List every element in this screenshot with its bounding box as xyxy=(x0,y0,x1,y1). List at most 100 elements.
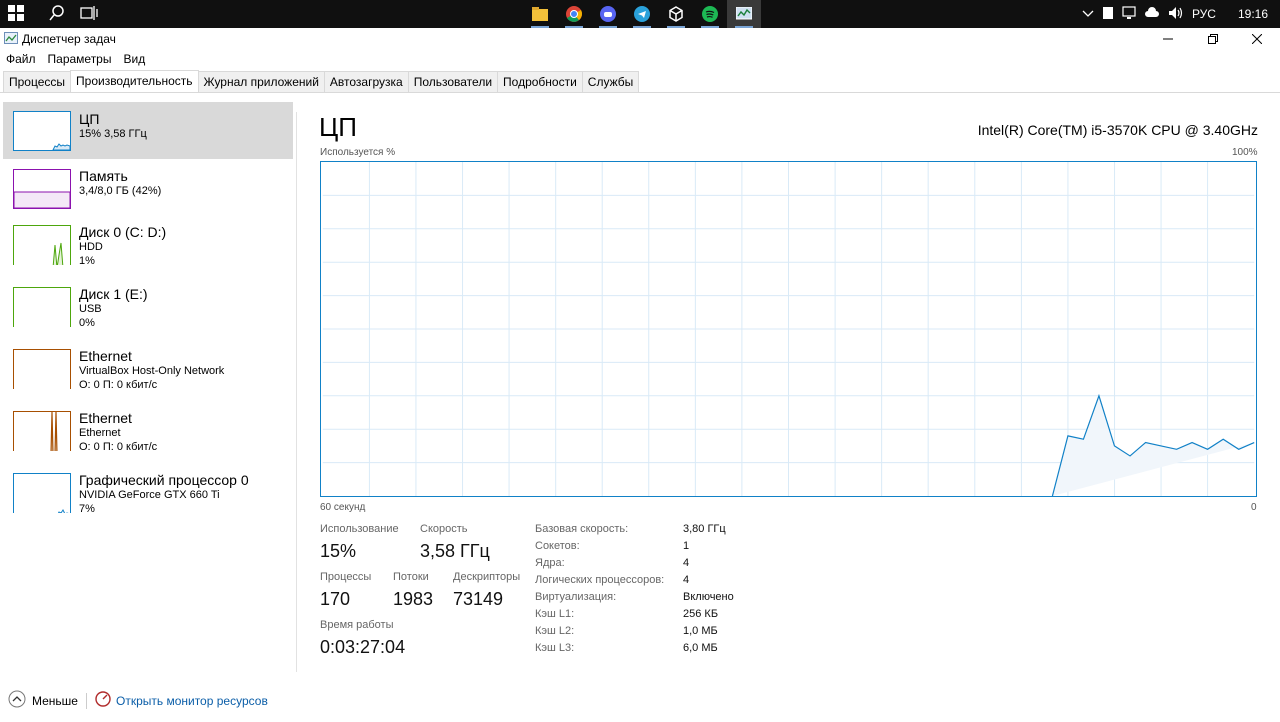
sidebar-item-value: О: 0 П: 0 кбит/с xyxy=(79,441,158,453)
spec-value: 4 xyxy=(683,574,690,586)
notepad-tray-icon[interactable] xyxy=(1102,6,1114,23)
spec-value: 1,0 МБ xyxy=(683,625,718,637)
sidebar-item-cpu[interactable]: ЦП 15% 3,58 ГГц xyxy=(3,102,293,159)
sidebar-item-disk-0[interactable]: Диск 0 (C: D:) HDD 1% xyxy=(3,220,293,282)
sidebar-divider xyxy=(296,112,297,672)
sidebar-item-subtitle: 3,4/8,0 ГБ (42%) xyxy=(79,185,162,197)
graph-xmin-label: 0 xyxy=(1251,502,1257,513)
resource-monitor-icon xyxy=(95,691,111,710)
menu-view[interactable]: Вид xyxy=(117,50,151,68)
clock[interactable]: 19:16 xyxy=(1238,7,1268,21)
chrome-icon[interactable] xyxy=(557,0,591,28)
spec-label: Базовая скорость: xyxy=(535,523,629,535)
spec-value: 3,80 ГГц xyxy=(683,523,726,535)
spec-label: Кэш L1: xyxy=(535,608,575,620)
sidebar-item-subtitle: VirtualBox Host-Only Network xyxy=(79,365,225,377)
graph-ylabel: Используется % xyxy=(320,147,396,158)
discord-icon[interactable] xyxy=(591,0,625,28)
usage-value: 15% xyxy=(320,541,357,561)
graph-xlabel: 60 секунд xyxy=(320,502,366,513)
tab-users[interactable]: Пользователи xyxy=(407,71,499,92)
tab-app-history[interactable]: Журнал приложений xyxy=(197,71,325,92)
spec-label: Виртуализация: xyxy=(535,591,617,603)
uptime-label: Время работы xyxy=(320,619,394,631)
task-manager-icon xyxy=(4,32,18,46)
cpu-usage-area xyxy=(1052,395,1255,496)
threads-value: 1983 xyxy=(393,589,434,609)
processes-value: 170 xyxy=(320,589,351,609)
sidebar-item-title: Ethernet xyxy=(79,348,132,364)
usage-label: Использование xyxy=(320,523,399,535)
sidebar-item-title: Память xyxy=(79,168,128,184)
network-tray-icon[interactable] xyxy=(1122,5,1136,23)
chevron-up-circle-icon[interactable] xyxy=(8,690,26,711)
spec-label: Кэш L3: xyxy=(535,642,575,654)
spotify-icon[interactable] xyxy=(693,0,727,28)
sidebar-item-subtitle: USB xyxy=(79,303,102,315)
chevron-up-icon[interactable] xyxy=(1082,7,1094,21)
sidebar-item-subtitle: Ethernet xyxy=(79,427,121,439)
spec-label: Кэш L2: xyxy=(535,625,575,637)
task-view-icon[interactable] xyxy=(80,5,98,24)
start-icon[interactable] xyxy=(8,5,24,24)
telegram-icon[interactable] xyxy=(625,0,659,28)
sidebar-item-subtitle: HDD xyxy=(79,241,103,253)
volume-icon[interactable] xyxy=(1168,6,1184,23)
cpu-model: Intel(R) Core(TM) i5-3570K CPU @ 3.40GHz xyxy=(977,122,1258,138)
taskbar: РУС 19:16 xyxy=(0,0,1280,28)
sidebar-item-value: О: 0 П: 0 кбит/с xyxy=(79,379,158,391)
spec-label: Ядра: xyxy=(535,557,565,569)
open-resource-monitor-link[interactable]: Открыть монитор ресурсов xyxy=(116,694,268,708)
sidebar-item-disk-1[interactable]: Диск 1 (E:) USB 0% xyxy=(3,282,293,344)
tab-processes[interactable]: Процессы xyxy=(3,71,72,92)
sidebar-item-value: 0% xyxy=(79,317,95,329)
sidebar-item-subtitle: NVIDIA GeForce GTX 660 Ti xyxy=(79,489,220,501)
minimize-button[interactable] xyxy=(1146,28,1190,50)
cloud-tray-icon[interactable] xyxy=(1144,6,1160,22)
memory-thumbnail-graph xyxy=(13,169,71,209)
task-manager-taskbar-icon[interactable] xyxy=(727,0,761,28)
sidebar-item-subtitle: 15% 3,58 ГГц xyxy=(79,128,147,140)
menu-bar: Файл Параметры Вид xyxy=(0,50,151,68)
title-bar: Диспетчер задач xyxy=(0,28,1280,50)
menu-options[interactable]: Параметры xyxy=(42,50,118,68)
window-title: Диспетчер задач xyxy=(22,32,116,46)
speed-value: 3,58 ГГц xyxy=(420,541,490,561)
file-explorer-icon[interactable] xyxy=(523,0,557,28)
page-title: ЦП xyxy=(319,112,357,142)
language-indicator[interactable]: РУС xyxy=(1192,7,1216,21)
handles-value: 73149 xyxy=(453,589,504,609)
spec-label: Логических процессоров: xyxy=(535,574,665,586)
processes-label: Процессы xyxy=(320,571,372,583)
menu-file[interactable]: Файл xyxy=(0,50,42,68)
sidebar-item-gpu[interactable]: Графический процессор 0 NVIDIA GeForce G… xyxy=(3,468,293,530)
cpu-thumbnail-graph xyxy=(13,111,71,151)
close-button[interactable] xyxy=(1235,28,1279,50)
search-icon[interactable] xyxy=(48,4,66,25)
maximize-button[interactable] xyxy=(1191,28,1235,50)
footer: Меньше Открыть монитор ресурсов xyxy=(8,690,268,711)
spec-label: Сокетов: xyxy=(535,540,580,552)
unity-icon[interactable] xyxy=(659,0,693,28)
ethernet-thumbnail-graph xyxy=(13,411,71,451)
fewer-details-button[interactable]: Меньше xyxy=(32,694,78,708)
threads-label: Потоки xyxy=(393,571,429,583)
sidebar-item-ethernet[interactable]: Ethernet Ethernet О: 0 П: 0 кбит/с xyxy=(3,406,293,468)
tab-services[interactable]: Службы xyxy=(581,71,640,92)
tab-startup[interactable]: Автозагрузка xyxy=(323,71,409,92)
gpu-thumbnail-graph xyxy=(13,473,71,513)
handles-label: Дескрипторы xyxy=(453,571,521,583)
tab-details[interactable]: Подробности xyxy=(497,71,583,92)
tab-bar: Процессы Производительность Журнал прило… xyxy=(3,70,640,92)
tab-performance[interactable]: Производительность xyxy=(70,70,199,92)
sidebar-item-title: Диск 1 (E:) xyxy=(79,286,148,302)
sidebar-item-memory[interactable]: Память 3,4/8,0 ГБ (42%) xyxy=(3,159,293,221)
sidebar-item-title: ЦП xyxy=(79,111,100,127)
tab-underline xyxy=(0,92,1280,93)
cpu-usage-graph xyxy=(320,161,1257,497)
graph-ymax-label: 100% xyxy=(1232,147,1258,158)
speed-label: Скорость xyxy=(420,523,468,535)
disk0-thumbnail-graph xyxy=(13,225,71,265)
sidebar-item-ethernet-virtualbox[interactable]: Ethernet VirtualBox Host-Only Network О:… xyxy=(3,344,293,406)
spec-value: 256 КБ xyxy=(683,608,719,620)
